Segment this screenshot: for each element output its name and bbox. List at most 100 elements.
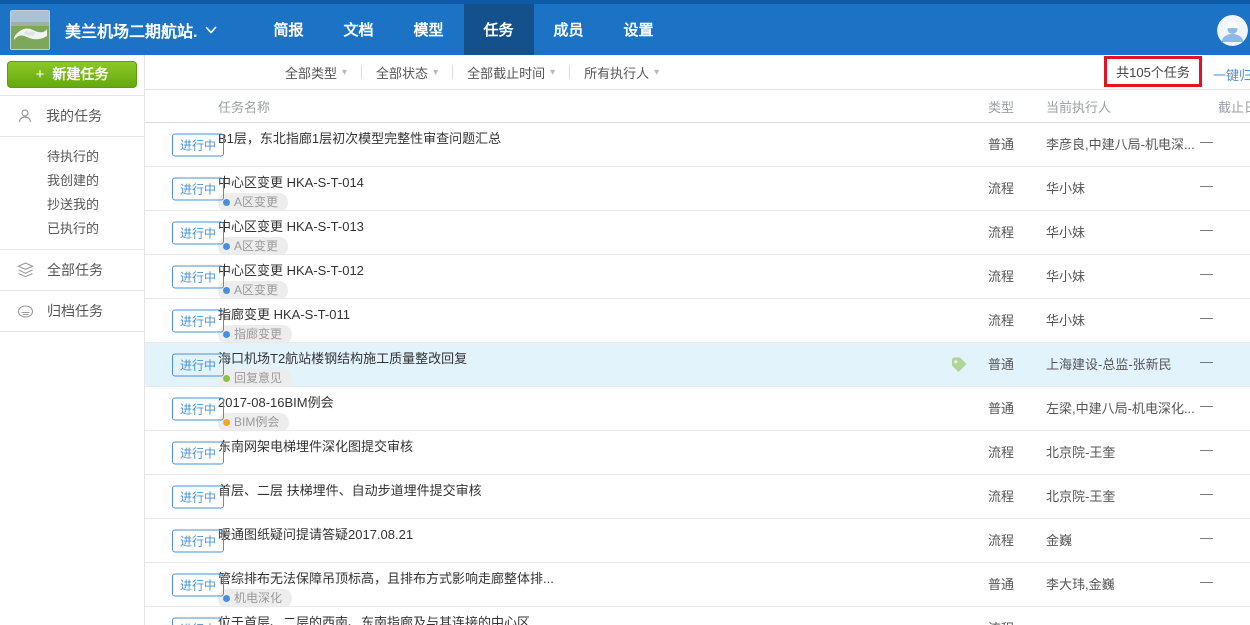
tag-dot-icon [223,595,230,602]
task-row[interactable]: 进行中 首层、二层 扶梯埋件、自动步道埋件提交审核 流程 北京院-王奎 — [145,475,1250,519]
task-title: 首层、二层 扶梯埋件、自动步道埋件提交审核 [218,483,943,499]
task-type: 流程 [988,255,1046,298]
project-switcher[interactable]: 美兰机场二期航站. [65,4,217,55]
airport-photo-thumbnail [11,11,49,49]
task-executor [1046,607,1195,625]
task-type: 普通 [988,123,1046,166]
sidebar-subitem-已执行的[interactable]: 已执行的 [0,217,144,241]
nav-item-简报[interactable]: 简报 [253,4,323,55]
tag-icon-cell [943,519,988,562]
task-tag-line: BIM例会 [218,413,943,430]
task-title-wrap: 2017-08-16BIM例会 BIM例会 [218,387,943,430]
project-title-text: 美兰机场二期航站. [65,18,197,42]
status-badge: 进行中 [172,309,224,332]
project-logo-image [10,10,50,50]
all-tasks-label: 全部任务 [47,260,103,280]
tag-icon-cell [943,299,988,342]
new-task-button[interactable]: +新建任务 [7,61,137,88]
status-badge: 进行中 [172,441,224,464]
status-badge: 进行中 [172,265,224,288]
task-name-cell: 进行中 位于首层、二层的西南、东南指廊及与其连接的中心区 [145,607,943,625]
task-row[interactable]: 进行中 B1层，东北指廊1层初次模型完整性审查问题汇总 普通 李彦良,中建八局-… [145,123,1250,167]
task-type: 流程 [988,211,1046,254]
task-title-wrap: 首层、二层 扶梯埋件、自动步道埋件提交审核 [218,475,943,499]
task-due-date [1195,607,1250,625]
nav-item-文档[interactable]: 文档 [323,4,393,55]
sidebar-subitem-我创建的[interactable]: 我创建的 [0,169,144,193]
task-executor: 李彦良,中建八局-机电深... [1046,123,1195,166]
nav-item-设置[interactable]: 设置 [604,4,674,55]
header-due-date: 截止日期 [1195,97,1250,116]
task-type: 普通 [988,563,1046,606]
tag-icon-cell [943,563,988,606]
task-type: 普通 [988,343,1046,386]
task-name-cell: 进行中 中心区变更 HKA-S-T-014 A区变更 [145,167,943,210]
filter-group: 全部类型 ▾ 全部状态 ▾ 全部截止时间 ▾ 所有执行人 ▾ [285,63,673,82]
task-row[interactable]: 进行中 中心区变更 HKA-S-T-014 A区变更 流程 华小妹 — [145,167,1250,211]
task-title: 指廊变更 HKA-S-T-011 [218,307,943,323]
filter-label: 全部截止时间 [467,63,545,82]
status-badge: 进行中 [172,485,224,508]
task-row[interactable]: 进行中 暖通图纸疑问提请答疑2017.08.21 流程 金巍 — [145,519,1250,563]
tag-icon-cell [943,431,988,474]
task-row[interactable]: 进行中 中心区变更 HKA-S-T-012 A区变更 流程 华小妹 — [145,255,1250,299]
tag-icon-cell [943,211,988,254]
task-due-date: — [1195,431,1250,474]
task-row[interactable]: 进行中 中心区变更 HKA-S-T-013 A区变更 流程 华小妹 — [145,211,1250,255]
task-title: 东南网架电梯埋件深化图提交审核 [218,439,943,455]
task-title-wrap: 中心区变更 HKA-S-T-013 A区变更 [218,211,943,254]
archive-all-link[interactable]: 一键归档 [1213,65,1250,84]
tag-label: A区变更 [234,282,278,298]
sidebar-item-my-tasks[interactable]: 我的任务 [0,96,144,136]
sidebar-subitem-抄送我的[interactable]: 抄送我的 [0,193,144,217]
new-task-label: 新建任务 [52,66,108,82]
task-due-date: — [1195,387,1250,430]
chevron-down-icon [205,26,217,34]
filter-dropdown-全部状态[interactable]: 全部状态 ▾ [376,63,438,82]
task-row[interactable]: 进行中 位于首层、二层的西南、东南指廊及与其连接的中心区 流程 [145,607,1250,625]
filter-dropdown-所有执行人[interactable]: 所有执行人 ▾ [584,63,659,82]
nav-item-任务[interactable]: 任务 [464,4,534,55]
task-due-date: — [1195,123,1250,166]
task-row[interactable]: 进行中 指廊变更 HKA-S-T-011 指廊变更 流程 华小妹 — [145,299,1250,343]
annotation-box-task-count: 共105个任务 [1104,56,1202,87]
task-type: 流程 [988,475,1046,518]
task-row[interactable]: 进行中 2017-08-16BIM例会 BIM例会 普通 左梁,中建八局-机电深… [145,387,1250,431]
tag-icon-cell [943,343,988,386]
filter-label: 全部状态 [376,63,428,82]
sidebar-item-all-tasks[interactable]: 全部任务 [0,250,144,290]
sidebar-item-archive-tasks[interactable]: 归档任务 [0,291,144,331]
task-row[interactable]: 进行中 海口机场T2航站楼钢结构施工质量整改回复 回复意见 普通 上海建设-总监… [145,343,1250,387]
tag-label: BIM例会 [234,414,279,430]
task-type: 普通 [988,387,1046,430]
task-name-cell: 进行中 东南网架电梯埋件深化图提交审核 [145,431,943,474]
sidebar-subitem-待执行的[interactable]: 待执行的 [0,145,144,169]
task-title-wrap: 指廊变更 HKA-S-T-011 指廊变更 [218,299,943,342]
main-nav: 简报 文档 模型 任务 成员 设置 [253,4,673,55]
header-task-name: 任务名称 [145,97,943,116]
filter-separator [569,65,570,79]
filter-dropdown-全部类型[interactable]: 全部类型 ▾ [285,63,347,82]
person-icon [17,108,33,124]
status-badge: 进行中 [172,353,224,376]
user-avatar[interactable] [1217,15,1248,46]
header-executor: 当前执行人 [1046,97,1195,116]
nav-item-模型[interactable]: 模型 [393,4,463,55]
task-row[interactable]: 进行中 管综排布无法保障吊顶标高，且排布方式影响走廊整体排... 机电深化 普通… [145,563,1250,607]
nav-item-成员[interactable]: 成员 [534,4,604,55]
task-count-text: 共105个任务 [1116,62,1190,81]
task-name-cell: 进行中 中心区变更 HKA-S-T-012 A区变更 [145,255,943,298]
filter-label: 全部类型 [285,63,337,82]
task-title: 中心区变更 HKA-S-T-014 [218,175,943,191]
task-title: 2017-08-16BIM例会 [218,395,943,411]
task-type: 流程 [988,167,1046,210]
task-executor: 北京院-王奎 [1046,475,1195,518]
task-row[interactable]: 进行中 东南网架电梯埋件深化图提交审核 流程 北京院-王奎 — [145,431,1250,475]
task-name-cell: 进行中 管综排布无法保障吊顶标高，且排布方式影响走廊整体排... 机电深化 [145,563,943,606]
filter-dropdown-全部截止时间[interactable]: 全部截止时间 ▾ [467,63,555,82]
task-executor: 华小妹 [1046,167,1195,210]
caret-down-icon: ▾ [342,67,347,78]
task-title: 中心区变更 HKA-S-T-012 [218,263,943,279]
topbar: 美兰机场二期航站. 简报 文档 模型 任务 成员 设置 [0,0,1250,55]
task-due-date: — [1195,475,1250,518]
